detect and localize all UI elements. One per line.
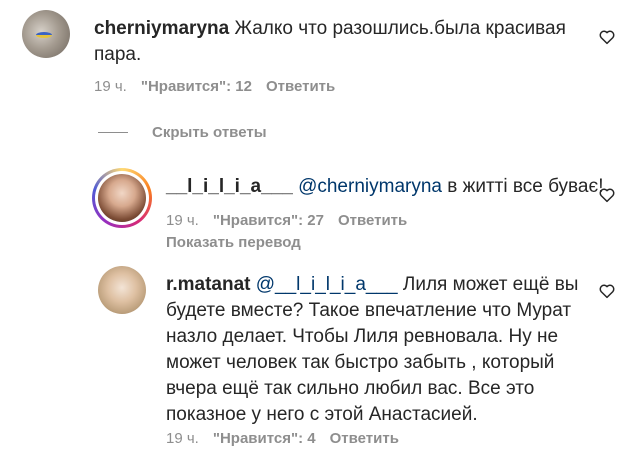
reply-time[interactable]: 19 ч. bbox=[166, 212, 199, 229]
comment-username[interactable]: cherniymaryna bbox=[94, 18, 229, 39]
comment-body: cherniymaryna Жалко что разошлись.была к… bbox=[94, 16, 574, 68]
reply-button[interactable]: Ответить bbox=[338, 212, 407, 229]
avatar-flag-detail bbox=[36, 32, 52, 38]
reply-button[interactable]: Ответить bbox=[330, 430, 399, 447]
avatar[interactable] bbox=[22, 10, 70, 58]
likes-count[interactable]: "Нравится": 12 bbox=[141, 78, 252, 95]
hide-replies-button[interactable]: Скрыть ответы bbox=[98, 124, 267, 141]
story-ring-avatar[interactable] bbox=[92, 168, 152, 228]
reply-meta: 19 ч. "Нравится": 27 Ответить bbox=[166, 212, 407, 229]
reply-time[interactable]: 19 ч. bbox=[166, 430, 199, 447]
reply-username[interactable]: __l_i_l_i_a___ bbox=[166, 176, 293, 197]
comment-time[interactable]: 19 ч. bbox=[94, 78, 127, 95]
avatar bbox=[98, 174, 146, 222]
heart-outline-icon[interactable] bbox=[598, 186, 616, 204]
reply-body: r.matanat @__l_i_l_i_a___ Лиля может ещё… bbox=[166, 272, 581, 428]
show-translation-button[interactable]: Показать перевод bbox=[166, 234, 301, 251]
reply-text: в житті все буває! bbox=[447, 176, 604, 197]
reply-username[interactable]: r.matanat bbox=[166, 274, 250, 295]
hide-replies-label: Скрыть ответы bbox=[152, 124, 267, 141]
mention-link[interactable]: @__l_i_l_i_a___ bbox=[256, 274, 398, 295]
avatar[interactable] bbox=[98, 266, 146, 314]
heart-outline-icon[interactable] bbox=[598, 28, 616, 46]
reply-body: __l_i_l_i_a___ @cherniymaryna в житті вс… bbox=[166, 174, 603, 200]
comment-meta: 19 ч. "Нравится": 12 Ответить bbox=[94, 78, 335, 95]
heart-outline-icon[interactable] bbox=[598, 282, 616, 300]
divider-line bbox=[98, 132, 128, 133]
reply-meta: 19 ч. "Нравится": 4 Ответить bbox=[166, 430, 399, 447]
reply-button[interactable]: Ответить bbox=[266, 78, 335, 95]
reply-text: Лиля может ещё вы будете вместе? Такое в… bbox=[166, 274, 579, 425]
mention-link[interactable]: @cherniymaryna bbox=[298, 176, 442, 197]
likes-count[interactable]: "Нравится": 4 bbox=[213, 430, 316, 447]
likes-count[interactable]: "Нравится": 27 bbox=[213, 212, 324, 229]
